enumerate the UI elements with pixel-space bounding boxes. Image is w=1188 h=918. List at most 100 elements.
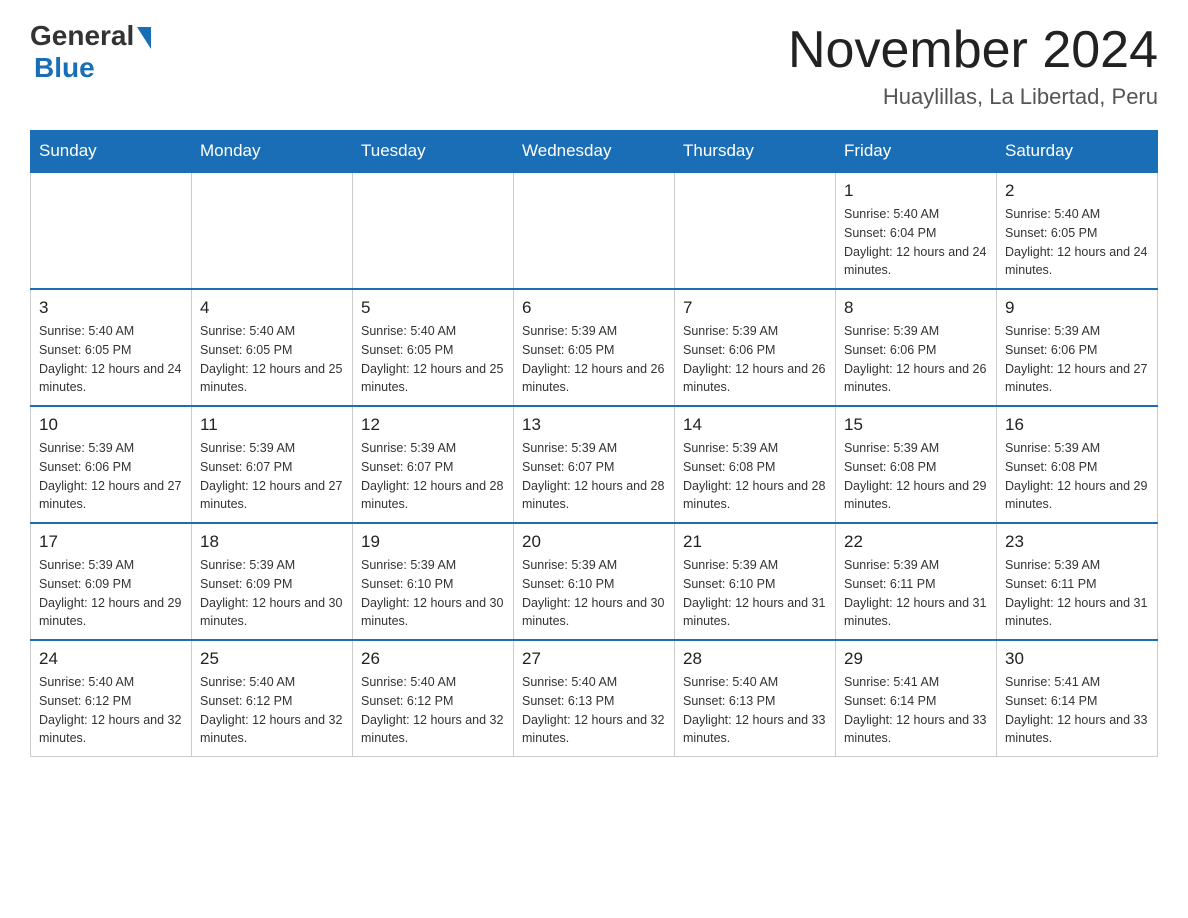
calendar-cell: 17Sunrise: 5:39 AM Sunset: 6:09 PM Dayli… xyxy=(31,523,192,640)
day-number: 27 xyxy=(522,649,666,669)
day-info: Sunrise: 5:39 AM Sunset: 6:07 PM Dayligh… xyxy=(200,439,344,514)
day-number: 9 xyxy=(1005,298,1149,318)
day-number: 8 xyxy=(844,298,988,318)
day-number: 7 xyxy=(683,298,827,318)
calendar-cell: 1 Sunrise: 5:40 AM Sunset: 6:04 PM Daylig… xyxy=(836,172,997,289)
day-number: 26 xyxy=(361,649,505,669)
day-number: 16 xyxy=(1005,415,1149,435)
logo: General Blue xyxy=(30,20,151,84)
calendar-cell: 14 Sunrise: 5:39 AM Sunset: 6:08 PM Dayli… xyxy=(675,406,836,523)
day-info: Sunrise: 5:39 AM Sunset: 6:08 PM Dayligh… xyxy=(683,439,827,514)
day-info: Sunrise: 5:39 AM Sunset: 6:06 PM Dayligh… xyxy=(683,322,827,397)
day-info: Sunrise: 5:40 AM Sunset: 6:05 PM Dayligh… xyxy=(200,322,344,397)
calendar-cell: 21 Sunrise: 5:39 AM Sunset: 6:10 PM Dayli… xyxy=(675,523,836,640)
weekday-header-wednesday: Wednesday xyxy=(514,131,675,173)
day-info: Sunrise: 5:39 AM Sunset: 6:11 PM Dayligh… xyxy=(1005,556,1149,631)
location-title: Huaylillas, La Libertad, Peru xyxy=(788,84,1158,110)
day-number: 1 xyxy=(844,181,988,201)
weekday-header-tuesday: Tuesday xyxy=(353,131,514,173)
day-info: Sunrise: 5:40 AM Sunset: 6:04 PM Dayligh… xyxy=(844,205,988,280)
calendar-cell: 28Sunrise: 5:40 AM Sunset: 6:13 PM Dayli… xyxy=(675,640,836,757)
day-info: Sunrise: 5:39 AM Sunset: 6:05 PM Dayligh… xyxy=(522,322,666,397)
day-info: Sunrise: 5:40 AM Sunset: 6:12 PM Dayligh… xyxy=(39,673,183,748)
calendar-cell: 20 Sunrise: 5:39 AM Sunset: 6:10 PM Dayli… xyxy=(514,523,675,640)
weekday-header-thursday: Thursday xyxy=(675,131,836,173)
day-info: Sunrise: 5:40 AM Sunset: 6:12 PM Dayligh… xyxy=(200,673,344,748)
week-row-3: 10 Sunrise: 5:39 AM Sunset: 6:06 PM Dayli… xyxy=(31,406,1158,523)
day-info: Sunrise: 5:40 AM Sunset: 6:13 PM Dayligh… xyxy=(522,673,666,748)
calendar-cell: 15 Sunrise: 5:39 AM Sunset: 6:08 PM Dayli… xyxy=(836,406,997,523)
calendar-table: SundayMondayTuesdayWednesdayThursdayFrid… xyxy=(30,130,1158,757)
calendar-cell: 9 Sunrise: 5:39 AM Sunset: 6:06 PM Daylig… xyxy=(997,289,1158,406)
calendar-cell xyxy=(353,172,514,289)
calendar-cell xyxy=(514,172,675,289)
day-info: Sunrise: 5:39 AM Sunset: 6:06 PM Dayligh… xyxy=(1005,322,1149,397)
logo-arrow-icon xyxy=(137,27,151,49)
calendar-cell: 10 Sunrise: 5:39 AM Sunset: 6:06 PM Dayli… xyxy=(31,406,192,523)
day-number: 13 xyxy=(522,415,666,435)
day-number: 22 xyxy=(844,532,988,552)
day-number: 17 xyxy=(39,532,183,552)
page-header: General Blue November 2024 Huaylillas, L… xyxy=(30,20,1158,110)
day-number: 29 xyxy=(844,649,988,669)
day-number: 30 xyxy=(1005,649,1149,669)
calendar-cell: 18Sunrise: 5:39 AM Sunset: 6:09 PM Dayli… xyxy=(192,523,353,640)
calendar-cell: 6 Sunrise: 5:39 AM Sunset: 6:05 PM Daylig… xyxy=(514,289,675,406)
day-info: Sunrise: 5:41 AM Sunset: 6:14 PM Dayligh… xyxy=(844,673,988,748)
day-number: 6 xyxy=(522,298,666,318)
day-number: 21 xyxy=(683,532,827,552)
calendar-cell: 22 Sunrise: 5:39 AM Sunset: 6:11 PM Dayli… xyxy=(836,523,997,640)
week-row-1: 1 Sunrise: 5:40 AM Sunset: 6:04 PM Daylig… xyxy=(31,172,1158,289)
title-section: November 2024 Huaylillas, La Libertad, P… xyxy=(788,20,1158,110)
month-title: November 2024 xyxy=(788,20,1158,80)
day-info: Sunrise: 5:40 AM Sunset: 6:05 PM Dayligh… xyxy=(1005,205,1149,280)
calendar-cell xyxy=(192,172,353,289)
day-number: 20 xyxy=(522,532,666,552)
day-number: 23 xyxy=(1005,532,1149,552)
day-number: 14 xyxy=(683,415,827,435)
week-row-5: 24Sunrise: 5:40 AM Sunset: 6:12 PM Dayli… xyxy=(31,640,1158,757)
day-number: 10 xyxy=(39,415,183,435)
calendar-header-row: SundayMondayTuesdayWednesdayThursdayFrid… xyxy=(31,131,1158,173)
calendar-cell: 27 Sunrise: 5:40 AM Sunset: 6:13 PM Dayli… xyxy=(514,640,675,757)
logo-general-text: General xyxy=(30,20,134,52)
calendar-cell: 5 Sunrise: 5:40 AM Sunset: 6:05 PM Daylig… xyxy=(353,289,514,406)
calendar-cell xyxy=(31,172,192,289)
day-info: Sunrise: 5:40 AM Sunset: 6:05 PM Dayligh… xyxy=(39,322,183,397)
day-number: 15 xyxy=(844,415,988,435)
week-row-2: 3 Sunrise: 5:40 AM Sunset: 6:05 PM Daylig… xyxy=(31,289,1158,406)
calendar-cell: 16 Sunrise: 5:39 AM Sunset: 6:08 PM Dayli… xyxy=(997,406,1158,523)
day-info: Sunrise: 5:41 AM Sunset: 6:14 PM Dayligh… xyxy=(1005,673,1149,748)
day-info: Sunrise: 5:39 AM Sunset: 6:07 PM Dayligh… xyxy=(522,439,666,514)
calendar-cell xyxy=(675,172,836,289)
weekday-header-sunday: Sunday xyxy=(31,131,192,173)
day-info: Sunrise: 5:40 AM Sunset: 6:13 PM Dayligh… xyxy=(683,673,827,748)
day-number: 18 xyxy=(200,532,344,552)
day-number: 3 xyxy=(39,298,183,318)
day-number: 4 xyxy=(200,298,344,318)
day-number: 19 xyxy=(361,532,505,552)
calendar-cell: 3 Sunrise: 5:40 AM Sunset: 6:05 PM Daylig… xyxy=(31,289,192,406)
weekday-header-friday: Friday xyxy=(836,131,997,173)
calendar-cell: 23 Sunrise: 5:39 AM Sunset: 6:11 PM Dayli… xyxy=(997,523,1158,640)
weekday-header-saturday: Saturday xyxy=(997,131,1158,173)
calendar-cell: 12Sunrise: 5:39 AM Sunset: 6:07 PM Dayli… xyxy=(353,406,514,523)
calendar-cell: 4 Sunrise: 5:40 AM Sunset: 6:05 PM Daylig… xyxy=(192,289,353,406)
day-info: Sunrise: 5:39 AM Sunset: 6:10 PM Dayligh… xyxy=(683,556,827,631)
day-number: 25 xyxy=(200,649,344,669)
day-number: 5 xyxy=(361,298,505,318)
calendar-cell: 19Sunrise: 5:39 AM Sunset: 6:10 PM Dayli… xyxy=(353,523,514,640)
day-info: Sunrise: 5:39 AM Sunset: 6:07 PM Dayligh… xyxy=(361,439,505,514)
calendar-cell: 7 Sunrise: 5:39 AM Sunset: 6:06 PM Daylig… xyxy=(675,289,836,406)
day-info: Sunrise: 5:39 AM Sunset: 6:06 PM Dayligh… xyxy=(39,439,183,514)
calendar-cell: 11Sunrise: 5:39 AM Sunset: 6:07 PM Dayli… xyxy=(192,406,353,523)
day-info: Sunrise: 5:39 AM Sunset: 6:08 PM Dayligh… xyxy=(1005,439,1149,514)
calendar-cell: 30 Sunrise: 5:41 AM Sunset: 6:14 PM Dayli… xyxy=(997,640,1158,757)
day-info: Sunrise: 5:39 AM Sunset: 6:08 PM Dayligh… xyxy=(844,439,988,514)
calendar-cell: 13 Sunrise: 5:39 AM Sunset: 6:07 PM Dayli… xyxy=(514,406,675,523)
weekday-header-monday: Monday xyxy=(192,131,353,173)
calendar-cell: 26Sunrise: 5:40 AM Sunset: 6:12 PM Dayli… xyxy=(353,640,514,757)
day-info: Sunrise: 5:39 AM Sunset: 6:11 PM Dayligh… xyxy=(844,556,988,631)
day-info: Sunrise: 5:39 AM Sunset: 6:10 PM Dayligh… xyxy=(522,556,666,631)
day-info: Sunrise: 5:40 AM Sunset: 6:05 PM Dayligh… xyxy=(361,322,505,397)
